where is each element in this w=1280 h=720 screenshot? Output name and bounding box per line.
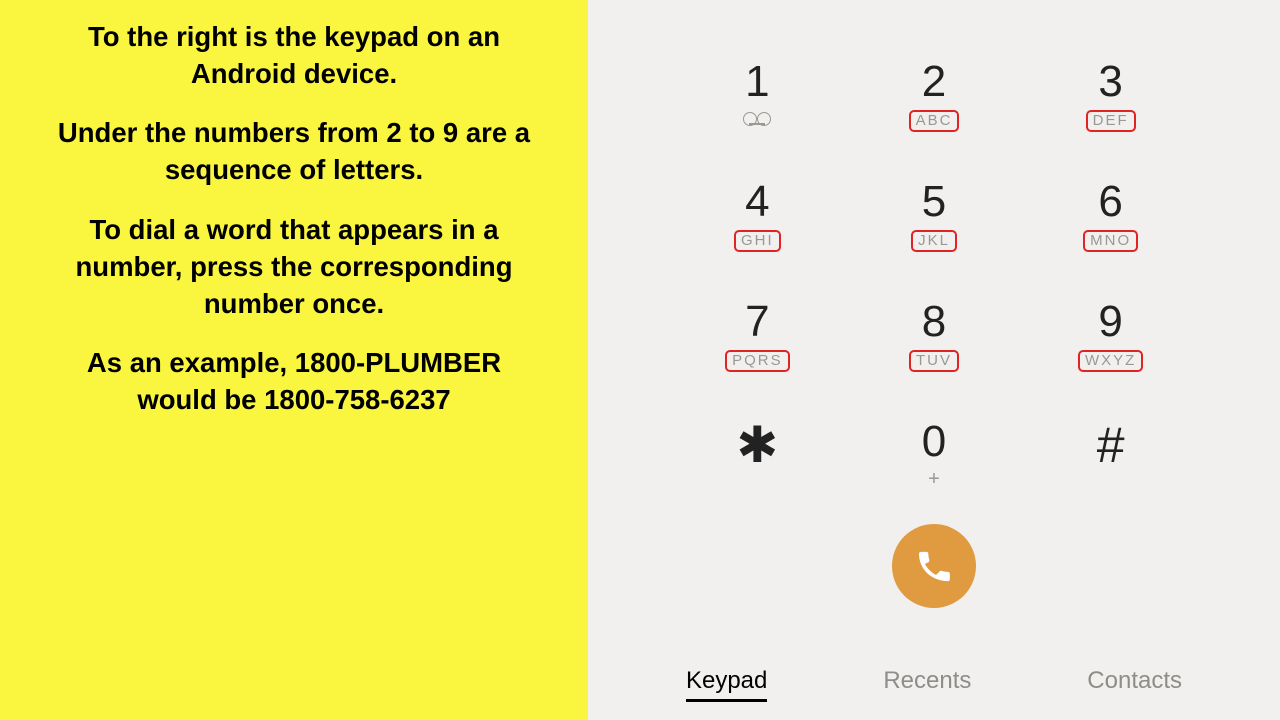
tab-contacts[interactable]: Contacts — [1087, 667, 1182, 702]
key-8[interactable]: 8 TUV — [846, 300, 1023, 396]
plus-sign: + — [928, 468, 940, 491]
phone-icon — [914, 546, 954, 586]
digit-7: 7 — [745, 300, 769, 344]
digit-5: 5 — [922, 180, 946, 224]
key-6[interactable]: 6 MNO — [1022, 180, 1199, 276]
letters-6: MNO — [1083, 230, 1138, 252]
keypad-grid: 1 2 ABC 3 DEF 4 GHI 5 JKL 6 MNO — [669, 60, 1199, 516]
instruction-line-1: To the right is the keypad on an Android… — [44, 18, 544, 92]
phone-keypad-screen: 1 2 ABC 3 DEF 4 GHI 5 JKL 6 MNO — [588, 0, 1280, 720]
letters-2: ABC — [909, 110, 960, 132]
letters-4: GHI — [734, 230, 781, 252]
call-button[interactable] — [892, 524, 976, 608]
key-1[interactable]: 1 — [669, 60, 846, 156]
instruction-line-3: To dial a word that appears in a number,… — [44, 211, 544, 322]
voicemail-icon — [743, 112, 771, 126]
key-3[interactable]: 3 DEF — [1022, 60, 1199, 156]
key-5[interactable]: 5 JKL — [846, 180, 1023, 276]
digit-4: 4 — [745, 180, 769, 224]
key-hash[interactable]: # — [1022, 420, 1199, 516]
key-star[interactable]: ✱ — [669, 420, 846, 516]
letters-5: JKL — [911, 230, 957, 252]
key-2[interactable]: 2 ABC — [846, 60, 1023, 156]
symbol-star: ✱ — [736, 420, 778, 470]
digit-3: 3 — [1098, 60, 1122, 104]
key-9[interactable]: 9 WXYZ — [1022, 300, 1199, 396]
letters-3: DEF — [1086, 110, 1136, 132]
letters-8: TUV — [909, 350, 959, 372]
digit-8: 8 — [922, 300, 946, 344]
instruction-line-2: Under the numbers from 2 to 9 are a sequ… — [44, 114, 544, 188]
digit-1: 1 — [745, 60, 769, 104]
symbol-hash: # — [1097, 420, 1125, 470]
letters-9: WXYZ — [1078, 350, 1143, 372]
key-0[interactable]: 0 + — [846, 420, 1023, 516]
bottom-tabs: Keypad Recents Contacts — [588, 667, 1280, 702]
digit-2: 2 — [922, 60, 946, 104]
digit-6: 6 — [1098, 180, 1122, 224]
tab-keypad[interactable]: Keypad — [686, 667, 767, 702]
instructions-panel: To the right is the keypad on an Android… — [0, 0, 588, 720]
digit-0: 0 — [922, 420, 946, 464]
letters-7: PQRS — [725, 350, 790, 372]
instruction-line-4: As an example, 1800-PLUMBER would be 180… — [44, 344, 544, 418]
key-4[interactable]: 4 GHI — [669, 180, 846, 276]
digit-9: 9 — [1098, 300, 1122, 344]
key-7[interactable]: 7 PQRS — [669, 300, 846, 396]
tab-recents[interactable]: Recents — [883, 667, 971, 702]
